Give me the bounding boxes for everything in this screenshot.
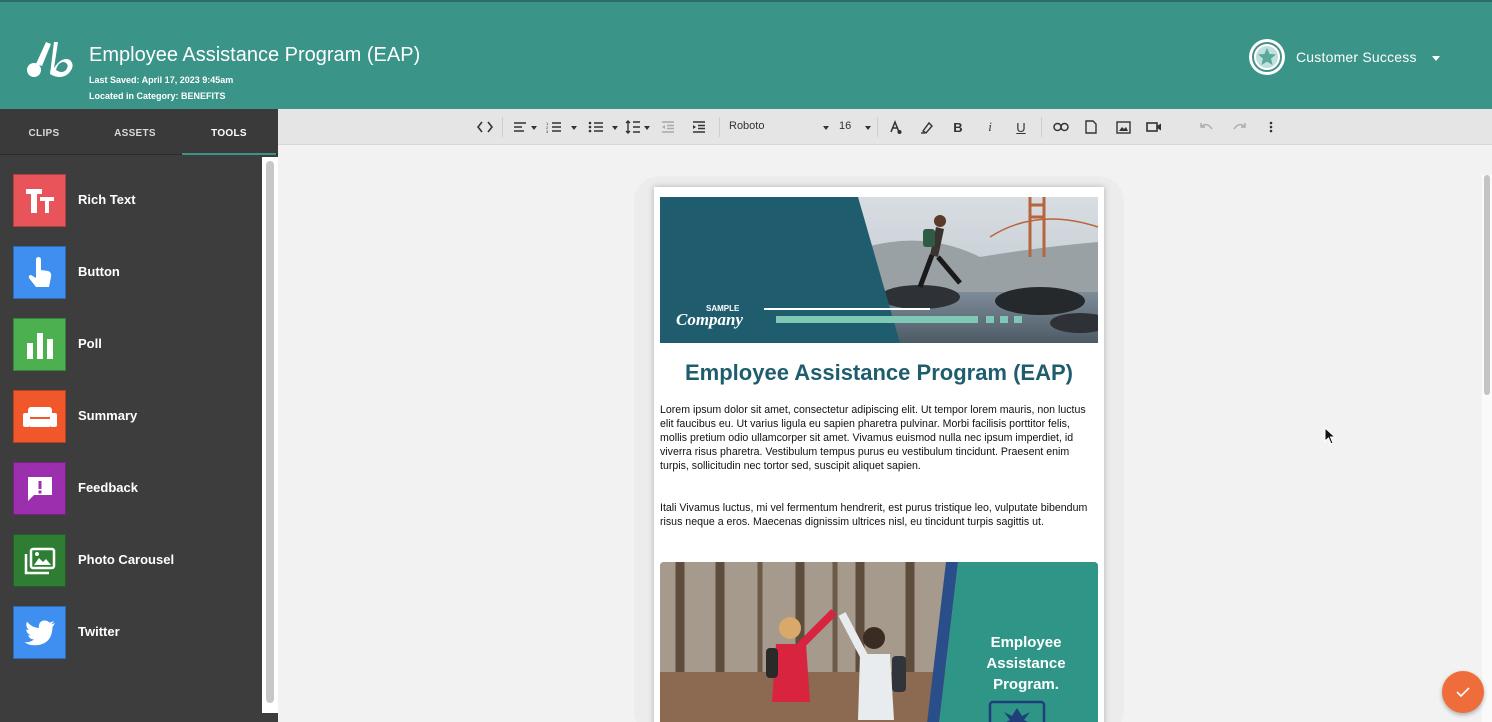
align-left-icon[interactable] — [511, 118, 529, 136]
ordered-list-icon[interactable]: 123 — [545, 118, 563, 136]
active-tab-indicator — [182, 153, 276, 155]
chevron-down-icon[interactable] — [644, 126, 650, 130]
tool-button[interactable]: Button — [13, 246, 253, 299]
indent-icon[interactable] — [690, 118, 708, 136]
caption-line: Program. — [993, 676, 1059, 693]
last-saved-text: Last Saved: April 17, 2023 9:45am — [89, 75, 234, 85]
chevron-down-icon[interactable] — [531, 126, 537, 130]
twitter-icon — [13, 606, 66, 659]
brand-logo-icon[interactable] — [24, 38, 76, 80]
tool-label: Poll — [78, 336, 102, 351]
mouse-cursor-icon — [1324, 427, 1336, 445]
more-vertical-icon[interactable] — [1262, 118, 1280, 136]
tab-assets[interactable]: ASSETS — [88, 109, 182, 155]
touch-icon — [13, 246, 66, 299]
image-icon[interactable] — [1114, 118, 1132, 136]
bar-chart-icon — [13, 318, 66, 371]
underline-icon[interactable]: U — [1012, 118, 1030, 136]
check-icon — [1456, 687, 1470, 698]
feature-image[interactable]: Employee Assistance Program. — [660, 562, 1098, 722]
tool-photo-carousel[interactable]: Photo Carousel — [13, 534, 253, 587]
page-title: Employee Assistance Program (EAP) — [89, 44, 421, 66]
tool-summary[interactable]: Summary — [13, 390, 253, 443]
body-paragraph[interactable]: Lorem ipsum dolor sit amet, consectetur … — [660, 403, 1098, 473]
tool-twitter[interactable]: Twitter — [13, 606, 253, 659]
tool-label: Photo Carousel — [78, 552, 175, 567]
svg-text:3: 3 — [546, 129, 549, 133]
code-view-icon[interactable] — [475, 118, 495, 136]
caption-line: Employee — [990, 634, 1062, 651]
redo-icon[interactable] — [1230, 118, 1248, 136]
tool-label: Twitter — [78, 624, 120, 639]
tool-label: Feedback — [78, 480, 138, 495]
tool-poll[interactable]: Poll — [13, 318, 253, 371]
sidebar: CLIPS ASSETS TOOLS Rich Text Button Poll… — [0, 109, 278, 722]
undo-icon[interactable] — [1198, 118, 1216, 136]
banner-brand: Company — [676, 310, 744, 329]
tool-label: Button — [78, 264, 120, 279]
tool-rich-text[interactable]: Rich Text — [13, 174, 253, 227]
feedback-icon — [13, 462, 66, 515]
font-family-select[interactable]: Roboto — [729, 120, 764, 132]
sidebar-scrollbar-thumb[interactable] — [266, 161, 274, 703]
font-size-select[interactable]: 16 — [839, 120, 851, 132]
tab-tools[interactable]: TOOLS — [182, 109, 276, 155]
chevron-down-icon[interactable] — [823, 126, 829, 130]
tool-label: Rich Text — [78, 192, 136, 207]
italic-icon[interactable]: i — [981, 118, 999, 136]
app-header: Employee Assistance Program (EAP) Last S… — [0, 0, 1492, 109]
tool-feedback[interactable]: Feedback — [13, 462, 253, 515]
canvas-scrollbar-thumb[interactable] — [1484, 175, 1490, 395]
highlight-icon[interactable] — [918, 118, 936, 136]
tool-label: Summary — [78, 408, 138, 423]
chevron-down-icon[interactable] — [571, 126, 577, 130]
tab-clips[interactable]: CLIPS — [0, 109, 88, 155]
outdent-icon[interactable] — [659, 118, 677, 136]
couch-icon — [13, 390, 66, 443]
rich-text-icon — [13, 174, 66, 227]
chevron-down-icon[interactable] — [612, 126, 618, 130]
bullet-list-icon[interactable] — [587, 118, 605, 136]
link-icon[interactable] — [1051, 118, 1071, 136]
body-paragraph[interactable]: Itali Vivamus luctus, mi vel fermentum h… — [660, 501, 1098, 529]
chevron-down-icon[interactable] — [1432, 56, 1440, 61]
user-menu-name[interactable]: Customer Success — [1296, 49, 1417, 65]
banner-illustration: SAMPLE Company — [660, 197, 1098, 343]
email-title[interactable]: Employee Assistance Program (EAP) — [654, 360, 1104, 386]
feature-image-caption: Employee Assistance Program. — [956, 632, 1096, 695]
bold-icon[interactable]: B — [949, 118, 967, 136]
editor-toolbar: 123 Roboto 16 B i U — [278, 109, 1492, 145]
banner-image[interactable]: SAMPLE Company — [660, 197, 1098, 343]
category-text: Located in Category: BENEFITS — [89, 91, 226, 101]
caption-line: Assistance — [986, 655, 1066, 672]
email-preview[interactable]: SAMPLE Company Employee Assistance Progr… — [654, 187, 1104, 722]
chevron-down-icon[interactable] — [865, 126, 871, 130]
video-icon[interactable] — [1145, 118, 1163, 136]
sidebar-tabs: CLIPS ASSETS TOOLS — [0, 109, 278, 155]
document-icon[interactable] — [1082, 118, 1100, 136]
text-color-icon[interactable] — [886, 118, 904, 136]
photos-icon — [13, 534, 66, 587]
star-badge-icon — [1252, 42, 1282, 72]
line-height-icon[interactable] — [624, 118, 642, 136]
user-avatar[interactable] — [1249, 39, 1285, 75]
save-fab-button[interactable] — [1442, 671, 1484, 713]
